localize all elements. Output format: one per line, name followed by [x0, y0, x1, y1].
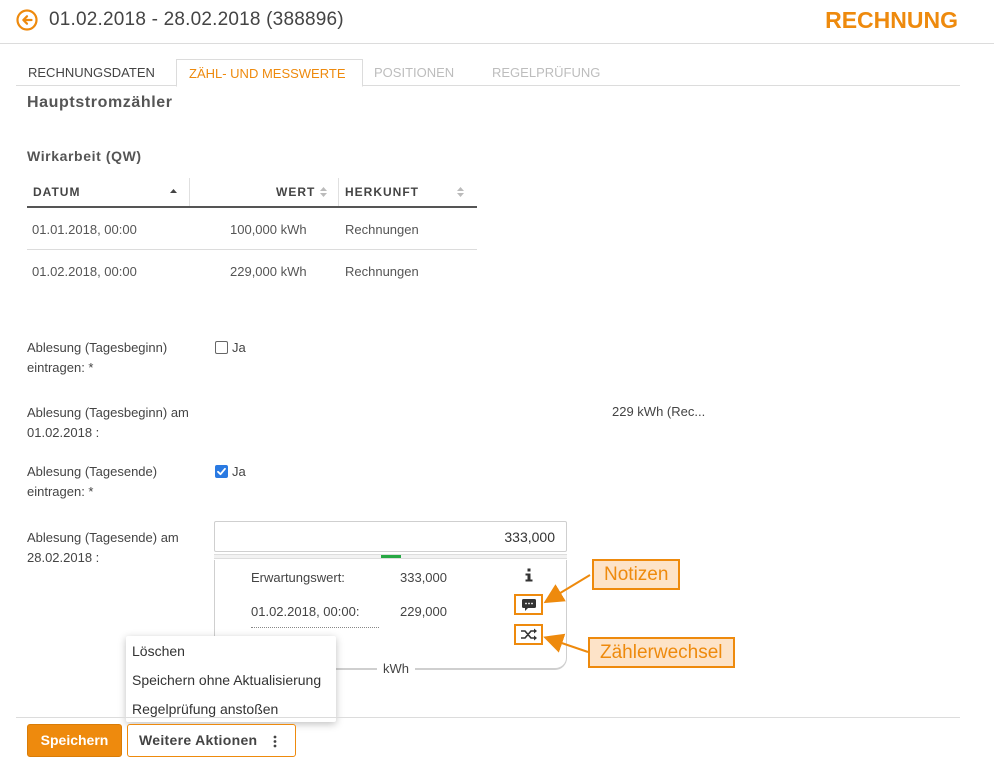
shuffle-icon	[521, 628, 537, 641]
cell-datum: 01.01.2018, 00:00	[32, 222, 137, 237]
sort-ascending-icon[interactable]	[169, 185, 178, 199]
column-header-datum[interactable]: DATUM	[33, 185, 80, 199]
start-entry-checkbox-label[interactable]: Ja	[232, 340, 246, 355]
info-icon[interactable]	[523, 568, 535, 582]
page-title: 01.02.2018 - 28.02.2018 (388896)	[49, 9, 344, 30]
more-actions-menu: Löschen Speichern ohne Aktualisierung Re…	[126, 636, 336, 722]
tab-rechnungsdaten[interactable]: RECHNUNGSDATEN	[16, 59, 167, 87]
comment-icon	[522, 599, 536, 611]
start-reading-label: Ablesung (Tagesbeginn) am 01.02.2018 :	[27, 405, 189, 440]
reading-progress-bar	[214, 554, 567, 559]
start-entry-label: Ablesung (Tagesbeginn) eintragen: *	[27, 340, 168, 375]
more-actions-button[interactable]: Weitere Aktionen	[127, 724, 296, 757]
cell-wert: 100,000 kWh	[230, 222, 307, 237]
cell-herkunft: Rechnungen	[345, 264, 419, 279]
tab-positionen: POSITIONEN	[374, 65, 455, 80]
arrow-left-circle-icon[interactable]	[16, 9, 38, 31]
tab-bar: RECHNUNGSDATEN ZÄHL- UND MESSWERTE POSIT…	[16, 59, 960, 87]
cell-wert: 229,000 kWh	[230, 264, 307, 279]
save-button[interactable]: Speichern	[27, 724, 122, 757]
reading-progress-fill	[381, 555, 401, 558]
column-header-wert[interactable]: WERT	[276, 185, 315, 199]
end-reading-input[interactable]: 333,000	[214, 521, 567, 552]
table-row[interactable]: 01.02.2018, 00:00 229,000 kWh Rechnungen	[27, 250, 477, 292]
end-entry-label: Ablesung (Tagesende) eintragen: *	[27, 464, 158, 499]
tab-regelpruefung: REGELPRÜFUNG	[492, 65, 601, 80]
unit-label: kWh	[377, 661, 415, 676]
expected-value: 333,000	[400, 570, 447, 585]
table-row[interactable]: 01.01.2018, 00:00 100,000 kWh Rechnungen	[27, 208, 477, 250]
start-entry-checkbox[interactable]	[215, 341, 228, 354]
readings-table: DATUM WERT HERKUNFT 01.01.2018, 00:00 10…	[27, 178, 477, 292]
section-subtitle: Wirkarbeit (QW)	[27, 148, 142, 164]
cell-datum: 01.02.2018, 00:00	[32, 264, 137, 279]
previous-reading-value: 229,000	[400, 604, 447, 619]
table-header: DATUM WERT HERKUNFT	[27, 178, 477, 208]
end-reading-label: Ablesung (Tagesende) am 28.02.2018 :	[27, 530, 179, 565]
menu-item-regelpruefung-anstossen[interactable]: Regelprüfung anstoßen	[132, 701, 278, 717]
previous-reading-date: 01.02.2018, 00:00:	[251, 604, 360, 619]
start-reading-value: 229 kWh (Rec...	[612, 404, 706, 419]
end-entry-checkbox-label[interactable]: Ja	[232, 464, 246, 479]
expected-value-label: Erwartungswert:	[251, 570, 345, 585]
column-header-herkunft[interactable]: HERKUNFT	[345, 185, 419, 199]
meter-change-button[interactable]	[514, 624, 543, 645]
tab-zaehl-und-messwerte[interactable]: ZÄHL- UND MESSWERTE	[176, 59, 363, 87]
menu-item-loeschen[interactable]: Löschen	[132, 643, 185, 659]
page-header: 01.02.2018 - 28.02.2018 (388896) RECHNUN…	[0, 0, 994, 44]
menu-item-speichern-ohne-aktualisierung[interactable]: Speichern ohne Aktualisierung	[132, 672, 321, 688]
meter-change-callout: Zählerwechsel	[588, 637, 735, 668]
section-title: Hauptstromzähler	[27, 94, 173, 111]
notes-callout: Notizen	[592, 559, 681, 590]
more-actions-label: Weitere Aktionen	[139, 732, 258, 748]
notes-button[interactable]	[514, 594, 543, 615]
document-type-label: RECHNUNG	[825, 7, 958, 33]
kebab-menu-icon	[273, 735, 277, 748]
checkmark-icon	[217, 467, 226, 476]
sort-icon[interactable]	[319, 185, 328, 199]
end-entry-checkbox[interactable]	[215, 465, 228, 478]
cell-herkunft: Rechnungen	[345, 222, 419, 237]
sort-icon[interactable]	[456, 185, 465, 199]
